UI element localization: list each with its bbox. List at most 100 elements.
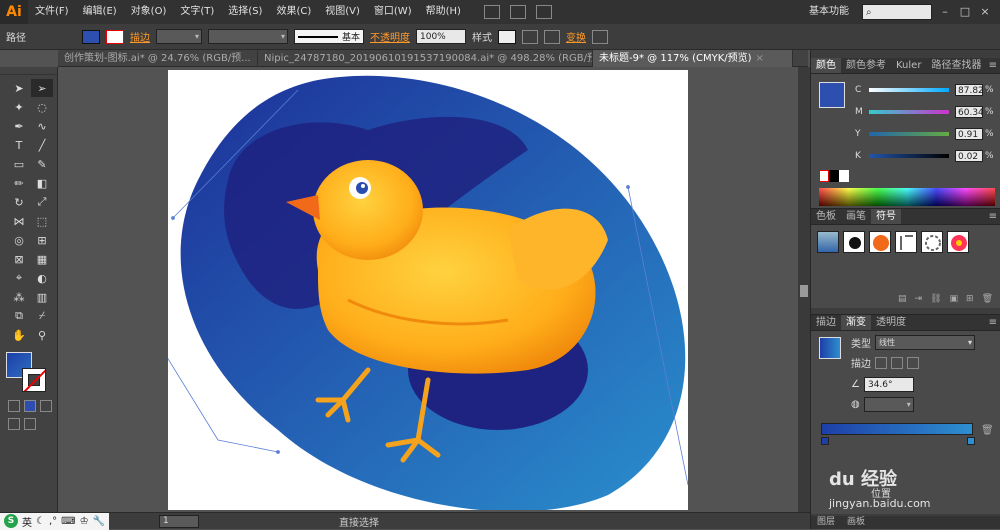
tab-layers[interactable]: 图层 bbox=[811, 516, 841, 529]
none-mode-icon[interactable] bbox=[40, 400, 52, 412]
aspect-ratio-dropdown[interactable]: ▾ bbox=[863, 397, 914, 412]
tab-brushes[interactable]: 画笔 bbox=[841, 209, 871, 224]
gradient-preview-swatch[interactable] bbox=[819, 337, 841, 359]
lasso-tool-icon[interactable]: ◌ bbox=[31, 98, 53, 116]
gradient-type-dropdown[interactable]: 线性 ▾ bbox=[875, 335, 975, 350]
new-symbol-icon[interactable]: ⊞ bbox=[966, 294, 974, 308]
tab-document-1[interactable]: 创作策划-图标.ai* @ 24.76% (RGB/预... bbox=[58, 50, 258, 67]
variable-width-dropdown[interactable]: ▾ bbox=[208, 29, 288, 44]
vertical-scrollbar[interactable] bbox=[798, 67, 810, 512]
bridge-icon[interactable] bbox=[483, 5, 500, 19]
slice-tool-icon[interactable]: ⌿ bbox=[31, 307, 53, 325]
magic-wand-tool-icon[interactable]: ✦ bbox=[8, 98, 30, 116]
stroke-weight-dropdown[interactable]: ▾ bbox=[156, 29, 202, 44]
channel-c[interactable]: C 87.82% bbox=[855, 84, 997, 96]
gradient-tool-icon[interactable]: ▦ bbox=[31, 250, 53, 268]
channel-value[interactable]: 87.82 bbox=[955, 84, 984, 96]
none-black-white-swatches[interactable] bbox=[819, 170, 849, 182]
close-tab-icon[interactable]: × bbox=[756, 53, 764, 64]
ime-language[interactable]: 英 bbox=[22, 514, 32, 529]
stroke-gradient-option-icon[interactable] bbox=[875, 356, 887, 369]
rectangle-tool-icon[interactable]: ▭ bbox=[8, 155, 30, 173]
hand-tool-icon[interactable]: ✋ bbox=[8, 326, 30, 344]
angle-input[interactable]: 34.6° bbox=[863, 377, 914, 392]
symbol-item[interactable] bbox=[947, 231, 969, 253]
panel-menu-icon[interactable]: ≡ bbox=[989, 315, 1000, 330]
arrange-documents-icon[interactable] bbox=[509, 5, 526, 19]
panel-menu-icon[interactable]: ≡ bbox=[989, 209, 1000, 224]
rotate-tool-icon[interactable]: ↻ bbox=[8, 193, 30, 211]
menu-window[interactable]: 窗口(W) bbox=[367, 0, 419, 24]
minimize-icon[interactable]: – bbox=[938, 5, 952, 19]
transform-link[interactable]: 变换 bbox=[566, 29, 586, 44]
scale-tool-icon[interactable]: ⤢ bbox=[31, 193, 53, 211]
place-symbol-icon[interactable]: ⇥ bbox=[915, 294, 923, 308]
channel-k[interactable]: K 0.02% bbox=[855, 150, 997, 162]
mesh-tool-icon[interactable]: ⊠ bbox=[8, 250, 30, 268]
gradient-mode-icon[interactable] bbox=[24, 400, 36, 412]
channel-y[interactable]: Y 0.91% bbox=[855, 128, 997, 140]
gpu-performance-icon[interactable] bbox=[535, 5, 552, 19]
curvature-tool-icon[interactable]: ∿ bbox=[31, 117, 53, 135]
symbol-item[interactable] bbox=[921, 231, 943, 253]
symbol-library-icon[interactable]: ▤ bbox=[898, 294, 907, 308]
free-transform-tool-icon[interactable]: ⬚ bbox=[31, 212, 53, 230]
ime-toolbar[interactable]: S 英 ☾ ,° ⌨ ♔ 🔧 bbox=[0, 512, 110, 530]
wrench-icon[interactable]: 🔧 bbox=[93, 516, 105, 527]
search-input[interactable]: ⌕ bbox=[862, 4, 932, 20]
pencil-tool-icon[interactable]: ✏ bbox=[8, 174, 30, 192]
stroke-style-dropdown[interactable]: 基本 bbox=[294, 29, 364, 44]
channel-slider[interactable] bbox=[869, 132, 949, 136]
canvas[interactable] bbox=[58, 67, 798, 512]
stroke-gradient-option-icon[interactable] bbox=[891, 356, 903, 369]
stroke-swatch[interactable] bbox=[106, 29, 124, 44]
column-graph-tool-icon[interactable]: ▥ bbox=[31, 288, 53, 306]
channel-slider[interactable] bbox=[869, 110, 949, 114]
channel-m[interactable]: M 60.34% bbox=[855, 106, 997, 118]
channel-slider[interactable] bbox=[869, 88, 949, 92]
tab-gradient[interactable]: 渐变 bbox=[841, 315, 871, 330]
zoom-tool-icon[interactable]: ⚲ bbox=[31, 326, 53, 344]
menu-help[interactable]: 帮助(H) bbox=[419, 0, 468, 24]
gradient-stop-right[interactable] bbox=[967, 437, 975, 445]
current-tool-status[interactable]: 直接选择 bbox=[339, 514, 379, 529]
stroke-color-box[interactable] bbox=[22, 368, 46, 392]
symbol-item[interactable] bbox=[895, 231, 917, 253]
opacity-label[interactable]: 不透明度 bbox=[370, 29, 410, 44]
delete-stop-icon[interactable]: 🗑 bbox=[981, 425, 994, 436]
color-mode-icon[interactable] bbox=[8, 400, 20, 412]
punctuation-icon[interactable]: ,° bbox=[49, 516, 57, 527]
tab-transparency[interactable]: 透明度 bbox=[871, 315, 911, 330]
moon-icon[interactable]: ☾ bbox=[36, 516, 45, 527]
maximize-icon[interactable]: □ bbox=[958, 5, 972, 19]
perspective-tool-icon[interactable]: ⊞ bbox=[31, 231, 53, 249]
menu-file[interactable]: 文件(F) bbox=[28, 0, 76, 24]
selection-tool-icon[interactable]: ➤ bbox=[8, 79, 30, 97]
menu-select[interactable]: 选择(S) bbox=[221, 0, 269, 24]
paintbrush-tool-icon[interactable]: ✎ bbox=[31, 155, 53, 173]
close-icon[interactable]: × bbox=[978, 5, 992, 19]
artboard[interactable] bbox=[137, 70, 689, 512]
graphic-style-swatch[interactable] bbox=[498, 29, 516, 44]
tab-color-guide[interactable]: 颜色参考 bbox=[841, 58, 891, 73]
break-link-icon[interactable]: ⛓ bbox=[930, 294, 941, 308]
panel-menu-icon[interactable]: ≡ bbox=[989, 58, 1000, 73]
symbol-item[interactable] bbox=[817, 231, 839, 253]
symbol-sprayer-tool-icon[interactable]: ⁂ bbox=[8, 288, 30, 306]
delete-icon[interactable]: 🗑 bbox=[982, 294, 993, 308]
tab-artboards[interactable]: 画板 bbox=[841, 516, 871, 529]
gradient-slider[interactable] bbox=[821, 423, 973, 435]
fill-stroke-indicator[interactable] bbox=[6, 352, 50, 396]
menu-edit[interactable]: 编辑(E) bbox=[76, 0, 124, 24]
keyboard-icon[interactable]: ⌨ bbox=[61, 516, 75, 527]
fill-swatch[interactable] bbox=[82, 29, 100, 44]
scrollbar-thumb[interactable] bbox=[800, 285, 808, 297]
channel-value[interactable]: 0.02 bbox=[955, 150, 983, 162]
direct-selection-tool-icon[interactable]: ➢ bbox=[31, 79, 53, 97]
gradient-stop-left[interactable] bbox=[821, 437, 829, 445]
tab-swatches[interactable]: 色板 bbox=[811, 209, 841, 224]
isolate-icon[interactable] bbox=[592, 29, 608, 44]
color-spectrum[interactable] bbox=[819, 188, 995, 206]
tab-symbols[interactable]: 符号 bbox=[871, 209, 901, 224]
channel-value[interactable]: 0.91 bbox=[955, 128, 983, 140]
